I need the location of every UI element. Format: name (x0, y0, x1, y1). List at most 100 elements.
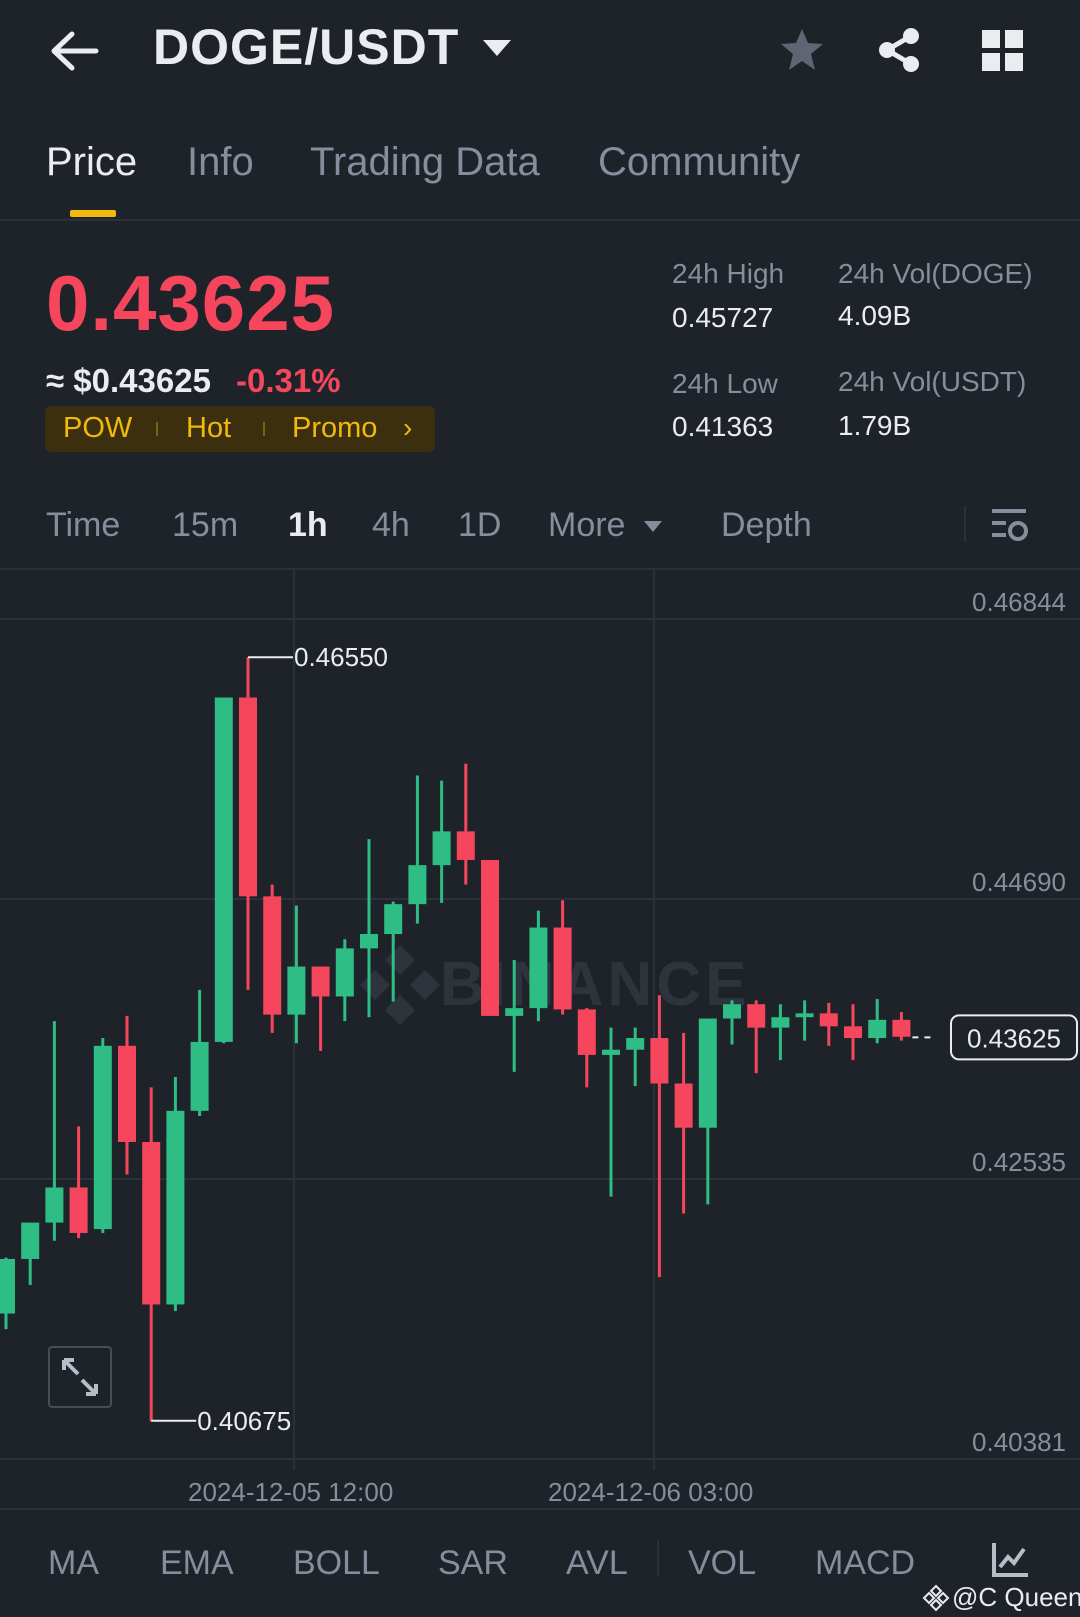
candle (118, 1015, 136, 1175)
price-usd-equivalent: ≈ $0.43625 (46, 362, 211, 399)
tab-trading-data[interactable]: Trading Data (310, 140, 540, 185)
candle-body (69, 1187, 88, 1233)
indicator-boll[interactable]: BOLL (293, 1544, 380, 1583)
candle-body (335, 948, 354, 997)
indicator-macd[interactable]: MACD (815, 1544, 915, 1583)
candle-body (481, 859, 499, 1016)
tab-info[interactable]: Info (187, 140, 254, 185)
candle-body (408, 865, 427, 905)
candle (819, 1002, 838, 1046)
candle (481, 859, 499, 1016)
candle (214, 697, 233, 1044)
candle (723, 1000, 741, 1045)
candle-body (263, 896, 282, 1015)
chart-settings-icon[interactable] (990, 505, 1030, 545)
indicator-ma[interactable]: MA (48, 1544, 99, 1583)
indicator-ema[interactable]: EMA (160, 1544, 234, 1583)
candle (868, 999, 887, 1044)
pair-title[interactable]: DOGE/USDT (153, 18, 459, 76)
chevron-right-icon[interactable]: › (403, 412, 412, 444)
more-dropdown-caret-icon[interactable] (644, 521, 662, 532)
candle-body (93, 1045, 112, 1230)
candle (69, 1126, 88, 1239)
tag-hot[interactable]: Hot (186, 412, 231, 445)
candle-body (214, 697, 233, 1042)
candle-body (674, 1083, 693, 1128)
candle-body (432, 831, 451, 866)
candle-body (553, 927, 572, 1010)
favorite-star-icon[interactable] (778, 26, 826, 74)
candle (771, 1004, 790, 1061)
candle (795, 1000, 814, 1041)
last-price: 0.43625 (46, 259, 335, 347)
candle (698, 1018, 717, 1205)
candle (0, 1257, 15, 1330)
candlestick-chart[interactable]: BINANCE 0.465500.406750.43625 0.468440.4… (0, 570, 1080, 1470)
tag-separator (263, 422, 265, 436)
candle (553, 900, 572, 1015)
current-price-label: 0.43625 (967, 1023, 1061, 1053)
chart-grid (0, 570, 1080, 1470)
tab-price[interactable]: Price (46, 140, 137, 185)
candle (287, 905, 306, 1044)
candle-body (844, 1026, 862, 1039)
candles (0, 657, 911, 1422)
candle (626, 1027, 645, 1087)
candle-body (287, 966, 306, 1015)
candle-body (698, 1018, 717, 1128)
candle (408, 775, 427, 924)
candle (21, 1222, 40, 1285)
candle-body (747, 1004, 766, 1028)
candle-body (650, 1038, 669, 1084)
stat-24h-vol-quote-value: 1.79B (838, 410, 912, 441)
indicator-sar[interactable]: SAR (438, 1544, 508, 1583)
share-icon[interactable] (875, 26, 923, 74)
candle (674, 1032, 693, 1214)
candle-body (166, 1110, 185, 1305)
tag-separator (156, 422, 158, 436)
binance-logo-icon (922, 1584, 950, 1612)
interval-1d[interactable]: 1D (458, 506, 501, 545)
stat-24h-high-value: 0.45727 (672, 302, 774, 333)
interval-4h[interactable]: 4h (372, 506, 410, 545)
expand-chart-button[interactable] (48, 1346, 112, 1408)
candle-body (118, 1045, 136, 1143)
candle-body (577, 1009, 596, 1055)
interval-15m[interactable]: 15m (172, 506, 238, 545)
tab-community[interactable]: Community (598, 140, 800, 185)
tag-pow[interactable]: POW (63, 412, 132, 445)
candle-body (239, 697, 257, 897)
candle-body (602, 1049, 620, 1055)
tag-promo[interactable]: Promo (292, 412, 377, 445)
candle-body (384, 904, 403, 935)
candle-body (868, 1019, 887, 1039)
indicator-vol[interactable]: VOL (688, 1544, 756, 1583)
interval-depth[interactable]: Depth (721, 506, 812, 545)
time-label-2: 2024-12-06 03:00 (548, 1477, 754, 1507)
tabs-divider (0, 219, 1080, 221)
interval-time[interactable]: Time (46, 506, 120, 545)
chart-markers: 0.46550 0.40675 0.43625 (151, 642, 1078, 1436)
candle (142, 1087, 161, 1422)
indicator-bar-divider (0, 1508, 1080, 1510)
candle-body (311, 966, 330, 997)
high-marker-label: 0.46550 (294, 642, 388, 672)
candle-body (626, 1038, 645, 1050)
indicator-settings-icon[interactable] (990, 1541, 1030, 1579)
indicator-avl[interactable]: AVL (566, 1544, 628, 1583)
candle (335, 939, 354, 1022)
active-tab-indicator (70, 210, 116, 217)
interval-1h[interactable]: 1h (288, 506, 328, 545)
candle (311, 966, 330, 1052)
stat-24h-vol-quote-label: 24h Vol(USDT) (838, 366, 1027, 397)
stat-24h-vol-base-value: 4.09B (838, 300, 912, 331)
back-arrow-icon[interactable] (48, 28, 100, 74)
candle (93, 1038, 112, 1233)
pair-dropdown-caret-icon[interactable] (483, 40, 511, 56)
candle (892, 1012, 911, 1041)
time-label-1: 2024-12-05 12:00 (188, 1477, 394, 1507)
candle (263, 884, 282, 1033)
candle (844, 1004, 862, 1061)
grid-menu-icon[interactable] (982, 30, 1024, 72)
interval-more[interactable]: More (548, 506, 625, 545)
